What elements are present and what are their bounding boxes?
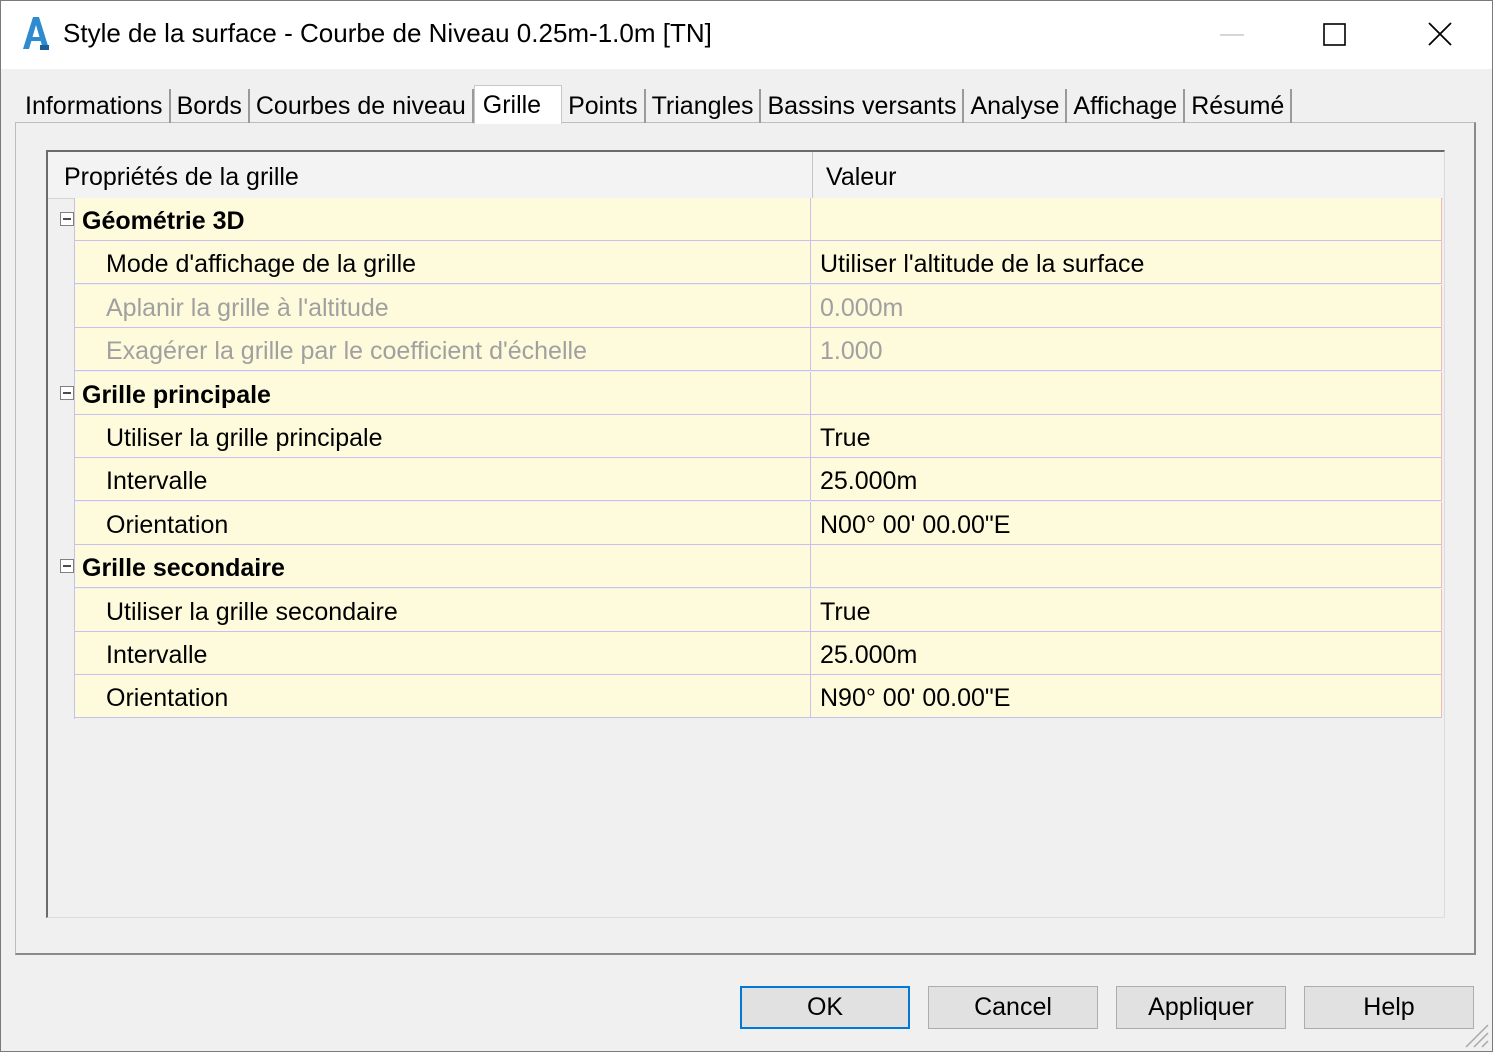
- dialog-window: Style de la surface - Courbe de Niveau 0…: [0, 0, 1493, 1052]
- property-value[interactable]: True: [820, 589, 870, 631]
- collapse-minus-icon[interactable]: [60, 385, 74, 400]
- category-cell: Grille principale: [74, 371, 811, 414]
- row-edge: [1441, 632, 1442, 674]
- header-column-separator[interactable]: [812, 152, 813, 198]
- maximize-icon: [1323, 23, 1346, 46]
- resize-grip-icon[interactable]: [1460, 1019, 1490, 1049]
- tab-points[interactable]: Points: [562, 89, 646, 123]
- property-label: Aplanir la grille à l'altitude: [106, 293, 389, 322]
- property-name-cell: Orientation: [74, 501, 811, 544]
- property-value: 0.000m: [820, 293, 904, 322]
- tab-affichage[interactable]: Affichage: [1067, 89, 1186, 123]
- row-edge: [1441, 328, 1442, 371]
- row-edge: [1441, 241, 1442, 284]
- tab-informations[interactable]: Informations: [19, 89, 171, 123]
- property-name-cell: Exagérer la grille par le coefficient d'…: [74, 328, 811, 371]
- category-row[interactable]: Grille secondaire: [74, 545, 1442, 589]
- property-label: Intervalle: [106, 641, 208, 669]
- tab-résumé[interactable]: Résumé: [1185, 89, 1293, 123]
- property-label: Mode d'affichage de la grille: [106, 250, 417, 279]
- property-value[interactable]: 25.000m: [820, 458, 917, 500]
- row-edge: [1441, 675, 1442, 718]
- property-row[interactable]: Aplanir la grille à l'altitude 0.000m: [74, 284, 1442, 328]
- category-label: Grille secondaire: [82, 554, 285, 583]
- property-value[interactable]: 25.000m: [820, 632, 917, 674]
- collapse-minus-icon[interactable]: [60, 559, 74, 574]
- autocad-a-icon: [23, 17, 49, 50]
- property-row[interactable]: Intervalle 25.000m: [74, 458, 1442, 502]
- header-value[interactable]: Valeur: [826, 152, 896, 198]
- property-label: Utiliser la grille principale: [106, 424, 383, 452]
- tab-grille[interactable]: Grille: [473, 85, 563, 124]
- maximize-button[interactable]: [1283, 1, 1387, 69]
- property-row[interactable]: Intervalle 25.000m: [74, 632, 1442, 675]
- grid-header: Propriétés de la grille Valeur: [48, 152, 1443, 199]
- property-label: Orientation: [106, 684, 229, 713]
- property-label: Intervalle: [106, 467, 208, 496]
- row-edge: [1441, 415, 1442, 457]
- category-label: Grille principale: [82, 380, 271, 409]
- tab-bords[interactable]: Bords: [171, 89, 250, 123]
- collapse-minus-icon[interactable]: [60, 212, 74, 226]
- row-edge: [1441, 198, 1442, 240]
- close-button[interactable]: [1387, 1, 1491, 69]
- row-edge: [1441, 371, 1442, 414]
- property-value[interactable]: N00° 00' 00.00"E: [820, 502, 1010, 544]
- minimize-icon: [1220, 34, 1244, 36]
- title-bar[interactable]: Style de la surface - Courbe de Niveau 0…: [1, 1, 1492, 69]
- property-name-cell: Orientation: [74, 675, 811, 718]
- ok-button[interactable]: OK: [740, 986, 910, 1029]
- property-name-cell: Aplanir la grille à l'altitude: [74, 284, 811, 327]
- tab-analyse[interactable]: Analyse: [964, 89, 1068, 123]
- help-button[interactable]: Help: [1304, 986, 1474, 1029]
- row-edge: [1441, 501, 1442, 544]
- close-icon: [1428, 22, 1452, 46]
- header-property[interactable]: Propriétés de la grille: [64, 152, 299, 198]
- window-title: Style de la surface - Courbe de Niveau 0…: [63, 18, 712, 48]
- category-row[interactable]: Géométrie 3D: [74, 198, 1442, 241]
- property-row[interactable]: Orientation N90° 00' 00.00"E: [74, 675, 1442, 719]
- category-cell: Géométrie 3D: [74, 198, 811, 240]
- property-row[interactable]: Utiliser la grille principale True: [74, 415, 1442, 458]
- property-grid[interactable]: Propriétés de la grille Valeur Géométrie…: [46, 150, 1445, 918]
- tab-triangles[interactable]: Triangles: [646, 89, 762, 123]
- row-edge: [1441, 458, 1442, 501]
- property-row[interactable]: Mode d'affichage de la grille Utiliser l'…: [74, 241, 1442, 285]
- tab-courbes-de-niveau[interactable]: Courbes de niveau: [250, 89, 474, 123]
- property-label: Utiliser la grille secondaire: [106, 597, 398, 626]
- tab-bassins-versants[interactable]: Bassins versants: [761, 89, 965, 123]
- property-name-cell: Mode d'affichage de la grille: [74, 241, 811, 284]
- property-row[interactable]: Orientation N00° 00' 00.00"E: [74, 501, 1442, 545]
- property-row[interactable]: Utiliser la grille secondaire True: [74, 588, 1442, 632]
- tab-strip: Informations Bords Courbes de niveau Grille…: [19, 83, 1293, 124]
- property-label: Orientation: [106, 510, 229, 539]
- apply-button[interactable]: Appliquer: [1116, 986, 1286, 1029]
- row-edge: [1441, 545, 1442, 588]
- property-name-cell: Utiliser la grille secondaire: [74, 588, 811, 631]
- property-value[interactable]: Utiliser l'altitude de la surface: [820, 241, 1144, 283]
- property-name-cell: Intervalle: [74, 632, 811, 674]
- property-value[interactable]: True: [820, 415, 870, 457]
- property-label: Exagérer la grille par le coefficient d'…: [106, 337, 587, 366]
- category-row[interactable]: Grille principale: [74, 371, 1442, 415]
- grid-left-gutter-line: [74, 198, 75, 719]
- row-edge: [1441, 588, 1442, 631]
- minimize-button[interactable]: [1179, 1, 1283, 69]
- category-label: Géométrie 3D: [82, 207, 245, 235]
- property-row[interactable]: Exagérer la grille par le coefficient d'…: [74, 328, 1442, 372]
- category-cell: Grille secondaire: [74, 545, 811, 588]
- property-value: 1.000: [820, 337, 883, 366]
- property-name-cell: Utiliser la grille principale: [74, 415, 811, 457]
- property-name-cell: Intervalle: [74, 458, 811, 501]
- property-value[interactable]: N90° 00' 00.00"E: [820, 675, 1010, 717]
- cancel-button[interactable]: Cancel: [928, 986, 1098, 1029]
- row-edge: [1441, 284, 1442, 327]
